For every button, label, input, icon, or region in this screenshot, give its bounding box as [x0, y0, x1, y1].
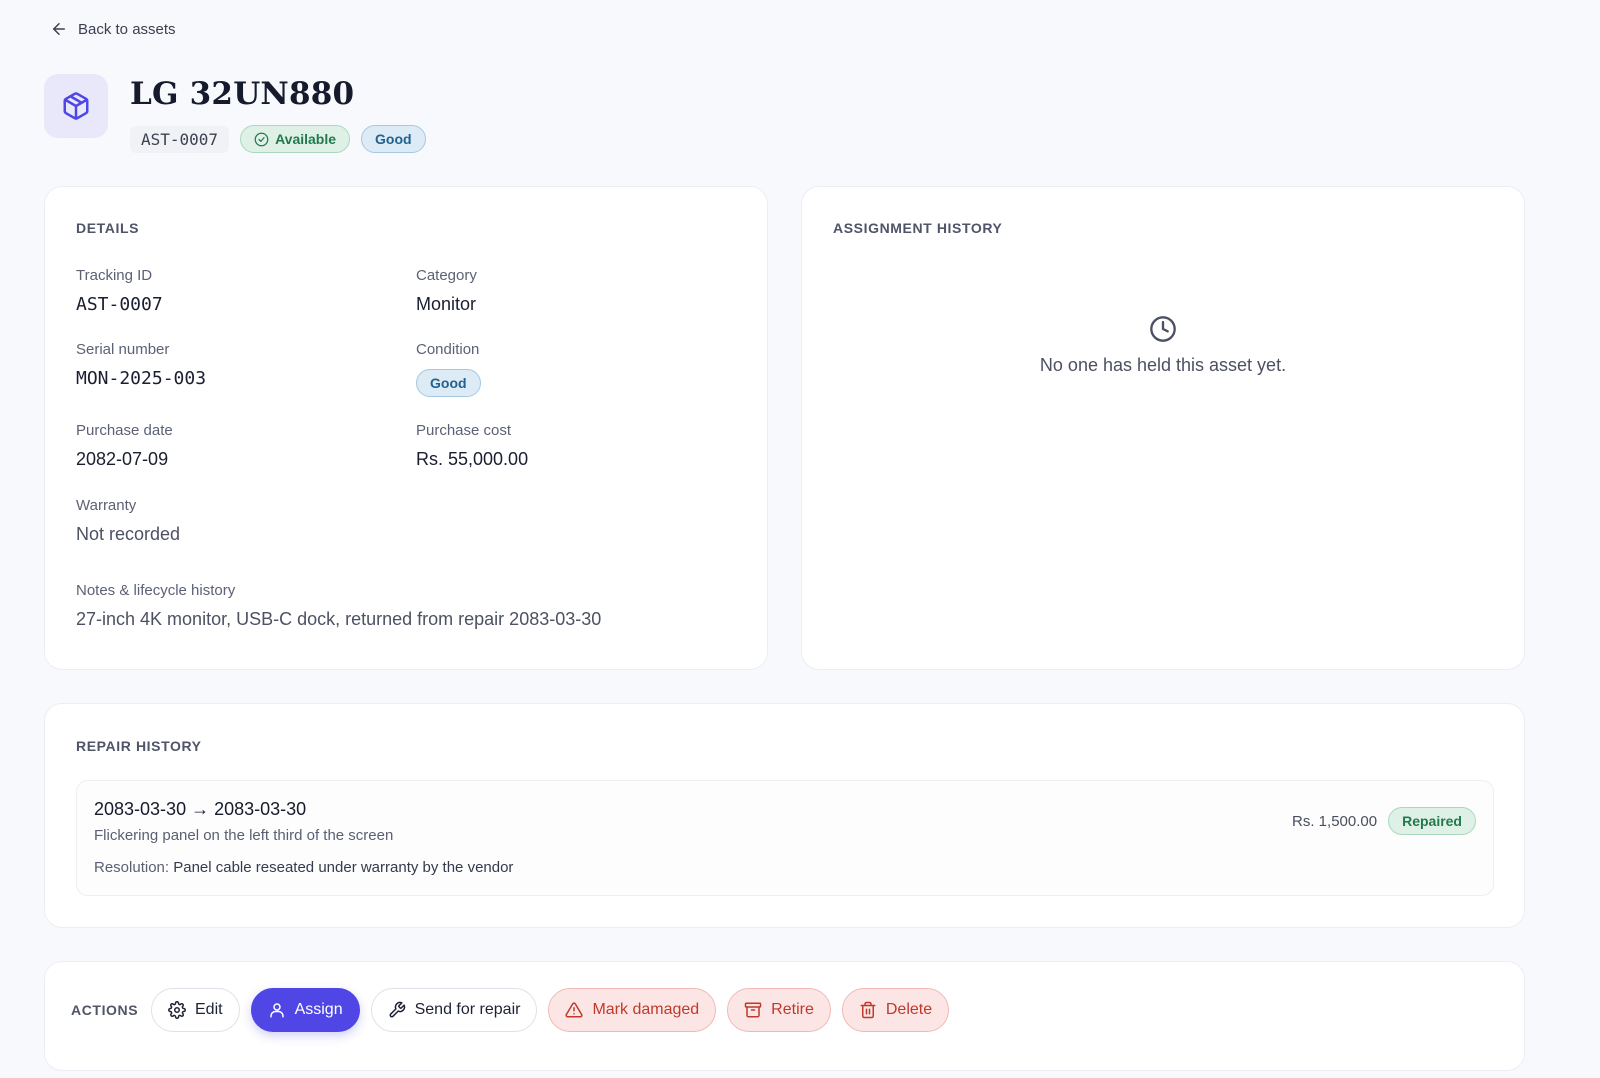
send-for-repair-button[interactable]: Send for repair	[370, 988, 538, 1032]
arrow-left-icon	[53, 23, 65, 35]
package-icon	[63, 92, 89, 120]
tracking-id-label: Tracking ID	[76, 267, 153, 284]
user-icon	[269, 1003, 284, 1018]
serial-number-label: Serial number	[76, 341, 170, 358]
trash-icon	[860, 1001, 876, 1019]
repair-cost: Rs. 1,500.00	[1292, 812, 1378, 830]
gear-icon	[168, 1001, 186, 1019]
mark-damaged-label: Mark damaged	[592, 1001, 700, 1018]
purchase-date-label: Purchase date	[76, 422, 173, 439]
purchase-cost-label: Purchase cost	[416, 422, 512, 439]
repair-history-card: Repair history 2083-03-30 → 2083-03-30 F…	[44, 703, 1525, 928]
repair-dates: 2083-03-30 → 2083-03-30	[94, 799, 307, 819]
delete-button-label: Delete	[885, 1001, 933, 1018]
retire-button[interactable]: Retire	[727, 988, 831, 1032]
warning-triangle-icon	[565, 1002, 584, 1018]
status-badge: Available	[240, 125, 351, 153]
assignment-empty-state: No one has held this asset yet.	[802, 315, 1524, 376]
tracking-id-value: AST-0007	[76, 294, 163, 315]
actions-card: Actions Edit Assign Send for repair Mark…	[44, 961, 1525, 1071]
back-to-assets-link[interactable]: Back to assets	[50, 20, 176, 38]
assign-button-label: Assign	[294, 1001, 343, 1018]
field-serial-number: Serial number MON-2025-003	[76, 341, 206, 389]
field-condition: Condition Good	[416, 341, 481, 397]
action-button-row: Edit Assign Send for repair Mark damaged…	[151, 988, 950, 1032]
retire-button-label: Retire	[771, 1001, 814, 1018]
notes-label: Notes & lifecycle history	[76, 582, 236, 599]
serial-number-value: MON-2025-003	[76, 368, 207, 389]
actions-title: Actions	[71, 1002, 139, 1018]
assignment-empty-text: No one has held this asset yet.	[1039, 355, 1287, 375]
status-badge-label: Available	[275, 131, 337, 147]
back-link-label: Back to assets	[78, 20, 176, 38]
warranty-value: Not recorded	[76, 524, 181, 544]
repair-description: Flickering panel on the left third of th…	[94, 827, 394, 844]
check-circle-icon	[254, 132, 269, 146]
wrench-icon	[389, 1001, 405, 1018]
warranty-label: Warranty	[76, 497, 137, 514]
assignment-history-card: Assignment history No one has held this …	[801, 186, 1525, 670]
repair-list-item: 2083-03-30 → 2083-03-30 Flickering panel…	[76, 780, 1494, 896]
mark-damaged-button[interactable]: Mark damaged	[548, 988, 717, 1032]
condition-value-badge: Good	[416, 369, 481, 397]
category-label: Category	[416, 267, 477, 284]
tracking-id-badge: AST-0007	[130, 125, 230, 153]
repair-history-title: Repair history	[76, 738, 202, 754]
field-category: Category Monitor	[416, 267, 477, 315]
asset-avatar	[44, 74, 108, 138]
field-purchase-cost: Purchase cost Rs. 55,000.00	[416, 422, 528, 470]
edit-button[interactable]: Edit	[151, 988, 240, 1032]
category-value: Monitor	[416, 294, 477, 314]
repair-resolution-label: Resolution:	[94, 859, 170, 876]
condition-badge: Good	[361, 125, 426, 153]
delete-button[interactable]: Delete	[841, 988, 950, 1032]
condition-label: Condition	[416, 341, 480, 358]
field-warranty: Warranty Not recorded	[76, 497, 180, 545]
details-card: Details Tracking ID AST-0007 Category Mo…	[44, 186, 768, 670]
field-notes: Notes & lifecycle history 27-inch 4K mon…	[76, 582, 601, 630]
repair-resolution: Resolution: Panel cable reseated under w…	[94, 859, 513, 876]
clock-icon	[1150, 316, 1176, 342]
repair-resolution-text: Panel cable reseated under warranty by t…	[173, 859, 514, 876]
field-tracking-id: Tracking ID AST-0007	[76, 267, 163, 315]
notes-value: 27-inch 4K monitor, USB-C dock, returned…	[76, 609, 602, 629]
send-for-repair-label: Send for repair	[414, 1001, 521, 1018]
archive-icon	[744, 1002, 762, 1018]
page-title: LG 32UN880	[130, 76, 355, 112]
edit-button-label: Edit	[195, 1001, 223, 1018]
details-title: Details	[76, 220, 140, 236]
assignment-history-title: Assignment history	[833, 220, 1003, 236]
purchase-date-value: 2082-07-09	[76, 449, 169, 469]
asset-header: LG 32UN880 AST-0007 Available Good	[44, 74, 426, 153]
repair-status-badge: Repaired	[1388, 807, 1476, 835]
assign-button[interactable]: Assign	[250, 988, 360, 1032]
purchase-cost-value: Rs. 55,000.00	[416, 449, 529, 469]
field-purchase-date: Purchase date 2082-07-09	[76, 422, 173, 470]
